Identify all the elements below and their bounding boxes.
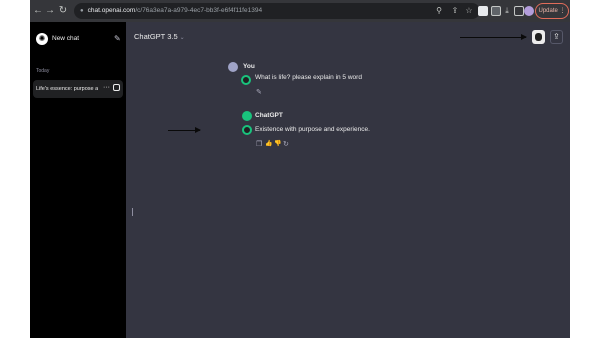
new-chat-label: New chat [52,35,80,42]
side-panel-icon[interactable] [514,6,524,16]
model-selector[interactable]: ChatGPT 3.5 ⌄ [134,31,185,44]
annotation-arrow [168,127,201,133]
model-name: ChatGPT 3.5 [134,32,178,41]
user-name: You [243,63,255,70]
share-page-icon[interactable]: ⇪ [450,3,460,19]
bookmark-star-icon[interactable]: ☆ [464,3,474,19]
history-section-heading: Today [36,68,50,74]
thumbs-up-icon[interactable]: 👍 [265,140,272,149]
cursor-ring-icon [242,125,252,135]
address-bar[interactable]: ● chat.openai.com/c/76a3ea7a-a979-4ec7-bb… [74,3,480,19]
annotation-arrow [460,34,527,40]
openai-logo-icon: ✺ [36,33,48,45]
extension-puzzle-icon[interactable] [491,6,501,16]
menu-icon: ⋮ [559,8,566,14]
new-chat-edit-icon[interactable]: ✎ [114,34,121,44]
update-label: Update [538,8,558,14]
assistant-name: ChatGPT [255,112,283,119]
regenerate-icon[interactable]: ↻ [283,140,289,149]
copy-icon[interactable]: ❐ [256,140,262,149]
edit-message-icon[interactable]: ✎ [256,88,262,97]
site-info-icon[interactable]: ● [80,3,84,19]
more-options-icon[interactable]: ··· [103,83,110,93]
gizmo-icon[interactable] [532,30,545,44]
chevron-down-icon: ⌄ [179,35,185,41]
chat-history-title: Life's essence: purpose and experience [36,86,98,92]
new-chat-button[interactable]: ✺ New chat ✎ [34,30,122,50]
chat-main: ChatGPT 3.5 ⌄ ⇪ You What is life? please … [126,22,570,338]
forward-icon[interactable]: → [44,3,56,19]
extension-icon[interactable] [478,6,488,16]
thumbs-down-icon[interactable]: 👎 [274,140,281,149]
update-button[interactable]: Update ⋮ [535,3,569,19]
assistant-message: Existence with purpose and experience. [255,126,370,133]
url-host: chat.openai.com [87,7,136,14]
chatgpt-avatar [242,111,252,121]
browser-toolbar: ← → ↻ ● chat.openai.com/c/76a3ea7a-a979-4… [30,0,570,22]
download-icon[interactable]: ⤓ [502,3,512,19]
chat-history-item[interactable]: Life's essence: purpose and experience ·… [33,80,123,98]
back-icon[interactable]: ← [32,3,44,19]
browser-window: ← → ↻ ● chat.openai.com/c/76a3ea7a-a979-4… [30,0,570,338]
url-path: /c/76a3ea7a-a979-4ec7-bb3f-e6f4f11fe1394 [135,7,263,14]
user-avatar [228,62,238,72]
reload-icon[interactable]: ↻ [57,3,69,19]
user-message: What is life? please explain in 5 word [255,74,362,81]
profile-avatar[interactable] [524,6,534,16]
search-icon[interactable]: ⚲ [434,3,444,19]
sidebar-resize-handle[interactable] [132,208,133,216]
share-chat-button[interactable]: ⇪ [550,30,563,44]
archive-icon[interactable] [113,84,120,91]
cursor-ring-icon [241,75,251,85]
sidebar: ✺ New chat ✎ Today Life's essence: purpo… [30,22,126,338]
